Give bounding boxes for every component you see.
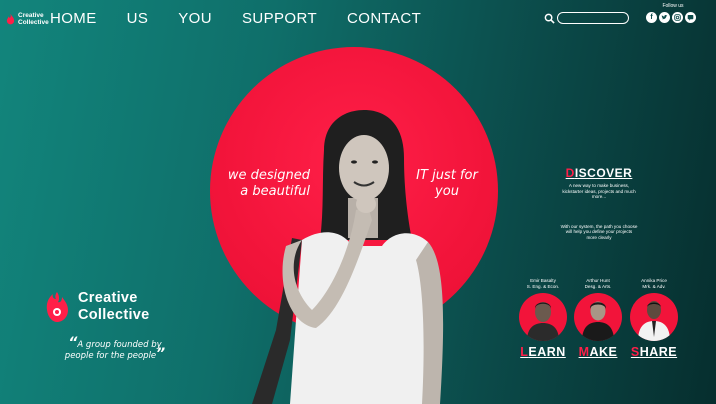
avatar	[574, 293, 622, 341]
team-member-make[interactable]: Arthur Hunt Desg. & Arts. MAKE	[574, 278, 622, 359]
main-nav: HOME US YOU SUPPORT CONTACT	[50, 10, 421, 27]
hero-tagline-left: we designed a beautiful	[226, 168, 310, 200]
logo-line1: Creative	[78, 290, 138, 306]
search-input[interactable]	[557, 12, 629, 24]
learn-rest: EARN	[528, 345, 566, 359]
follow-us-label: Follow us	[662, 3, 684, 9]
member-role: Mrk. & Adv.	[642, 283, 666, 289]
nav-us[interactable]: US	[127, 10, 149, 27]
discover-rest: ISCOVER	[574, 166, 633, 180]
discover-paragraph2: With our system, the path you choose wil…	[560, 223, 638, 240]
flame-logo-icon	[46, 292, 68, 322]
learn-link[interactable]: LEARN	[519, 345, 567, 359]
nav-support[interactable]: SUPPORT	[242, 10, 317, 27]
header-brand[interactable]: Creative Collective	[6, 12, 49, 26]
nav-contact[interactable]: CONTACT	[347, 10, 421, 27]
twitter-icon[interactable]	[659, 12, 670, 23]
tagline-right-line2: you	[435, 184, 459, 199]
nav-you[interactable]: YOU	[178, 10, 212, 27]
team-member-label: Arthur Hunt Desg. & Arts.	[574, 278, 622, 291]
nav-home[interactable]: HOME	[50, 10, 97, 27]
member-role: S. Eng. & Econ.	[526, 283, 560, 289]
chat-icon[interactable]	[685, 12, 696, 23]
brand-line2: Collective	[18, 19, 49, 26]
brand-line1: Creative	[18, 12, 44, 19]
share-first-letter: S	[630, 345, 640, 359]
discover-paragraph1: A new way to make business, kickstarter …	[562, 183, 636, 199]
brand-logo[interactable]: Creative Collective	[44, 290, 150, 324]
tagline-left-line2: a beautiful	[240, 184, 310, 199]
share-rest: HARE	[639, 345, 678, 359]
brand-quote: “A group founded by people for the peopl…	[64, 335, 166, 362]
logo-line2: Collective	[78, 307, 150, 323]
person-photo	[252, 110, 444, 404]
team-member-label: Emir Basalty S. Eng. & Econ.	[519, 278, 567, 291]
member-role: Desg. & Arts.	[584, 283, 612, 289]
search-icon[interactable]	[544, 13, 555, 24]
quote-line2: people for the people	[64, 351, 157, 361]
hero-tagline-right: IT just for you	[414, 168, 480, 200]
make-first-letter: M	[578, 345, 590, 359]
flame-logo-icon	[6, 13, 15, 25]
team-member-share[interactable]: Annika Price Mrk. & Adv. SHARE	[630, 278, 678, 359]
make-rest: AKE	[589, 345, 618, 359]
social-links: Follow us f	[646, 3, 696, 23]
tagline-left-line1: we designed	[227, 168, 310, 183]
discover-panel: DISCOVER A new way to make business, kic…	[560, 166, 638, 240]
avatar	[630, 293, 678, 341]
quote-line1: A group founded by	[77, 340, 162, 350]
search-bar	[544, 12, 629, 24]
team-member-label: Annika Price Mrk. & Adv.	[630, 278, 678, 291]
avatar	[519, 293, 567, 341]
discover-first-letter: D	[565, 166, 575, 180]
team-member-learn[interactable]: Emir Basalty S. Eng. & Econ. LEARN	[519, 278, 567, 359]
share-link[interactable]: SHARE	[630, 345, 678, 359]
make-link[interactable]: MAKE	[574, 345, 622, 359]
discover-heading[interactable]: DISCOVER	[560, 166, 638, 180]
tagline-right-line1: IT just for	[416, 168, 478, 183]
instagram-icon[interactable]	[672, 12, 683, 23]
facebook-icon[interactable]: f	[646, 12, 657, 23]
